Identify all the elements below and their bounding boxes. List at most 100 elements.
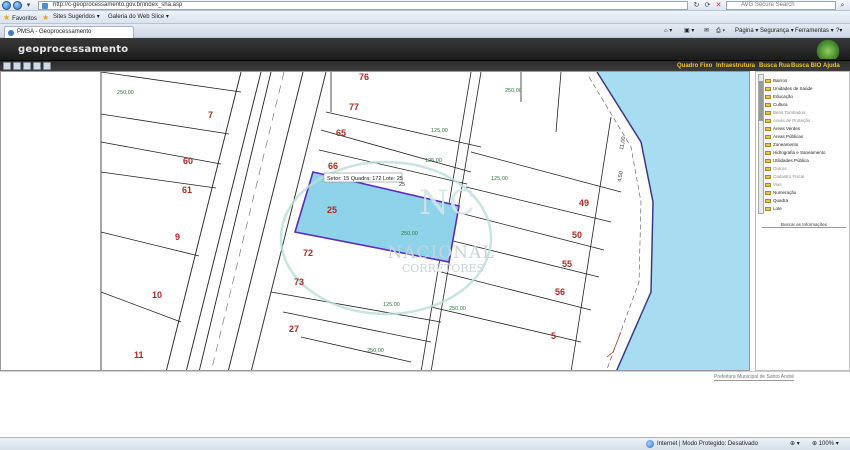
layer-item[interactable]: Bairros (765, 77, 787, 84)
dimension-label: 25 (399, 182, 405, 188)
lot-label: 55 (562, 259, 572, 269)
scroll-thumb[interactable] (759, 81, 763, 121)
menu-infraestrutura[interactable]: Infraestrutura (716, 62, 755, 70)
home-icon[interactable]: ⌂ ▾ (664, 27, 672, 36)
river-arrow (606, 331, 622, 358)
layer-item[interactable]: Lote (765, 205, 782, 212)
layer-item[interactable]: Áreas de Proteção (765, 117, 810, 124)
print-icon[interactable]: ⎙ ▾ (716, 27, 725, 36)
protected-mode-icon[interactable]: ⊕ ▾ (790, 440, 800, 449)
layer-item[interactable]: Vias (765, 181, 782, 188)
layer-label: Vias (773, 182, 782, 187)
zoom-level[interactable]: ⊕ 100% ▾ (812, 440, 839, 449)
lot-label: 76 (359, 72, 369, 82)
layer-item[interactable]: Zoneamento (765, 141, 798, 148)
suggested-sites-link[interactable]: Sites Sugeridos ▾ (53, 13, 100, 22)
folder-icon (765, 190, 771, 195)
lot-label: 66 (328, 161, 338, 171)
folder-icon (765, 126, 771, 131)
feeds-icon[interactable]: ▣ ▾ (684, 27, 694, 36)
lot-label: 60 (183, 156, 193, 166)
lot-label: 25 (327, 205, 337, 215)
back-button[interactable] (2, 1, 11, 10)
map-canvas[interactable]: NC NACIONAL CORRETORES Setor: 15 Quadra:… (1, 72, 750, 371)
favorites-button[interactable]: ★ Favoritos (3, 13, 37, 22)
map-viewport[interactable]: NC NACIONAL CORRETORES Setor: 15 Quadra:… (0, 71, 750, 371)
safety-menu[interactable]: Segurança ▾ (760, 27, 794, 36)
tools-menu[interactable]: Ferramentas ▾ (795, 27, 834, 36)
layer-item[interactable]: Cadastro Fiscal (765, 173, 804, 180)
search-icon[interactable]: ⌕ (838, 1, 847, 10)
mail-icon[interactable]: ✉ (704, 27, 709, 36)
zoom-out-icon[interactable] (13, 62, 21, 70)
security-zone-text[interactable]: Internet | Modo Protegido: Desativado (657, 440, 758, 449)
folder-icon (765, 142, 771, 147)
web-slice-gallery-link[interactable]: Galeria do Web Slice ▾ (108, 13, 169, 22)
menu-ajuda[interactable]: Ajuda (823, 62, 840, 70)
layer-label: Hidrografia e Saneamento (773, 150, 826, 155)
site-icon (8, 30, 14, 36)
layer-scrollbar[interactable] (758, 74, 764, 214)
measure-icon[interactable] (43, 62, 51, 70)
lot-label: 10 (152, 290, 162, 300)
layer-item[interactable]: Educação (765, 93, 793, 100)
layer-label: Cultura (773, 102, 788, 107)
tools-menu-label: Ferramentas (795, 28, 830, 34)
layer-label: Educação (773, 94, 794, 99)
layer-label: Cadastro Fiscal (773, 174, 805, 179)
compatibility-icon[interactable]: ↻ (692, 1, 701, 10)
lot-label: 5 (551, 331, 556, 341)
page-icon (42, 3, 48, 9)
stop-icon[interactable]: ✕ (714, 1, 723, 10)
layer-label: Zoneamento (773, 142, 799, 147)
lot-label: 65 (336, 128, 346, 138)
layer-item[interactable]: Utilidades Pública (765, 157, 809, 164)
layer-item[interactable]: Cultura (765, 101, 788, 108)
folder-icon (765, 110, 771, 115)
layer-item[interactable]: Quadra (765, 197, 788, 204)
zoom-in-icon[interactable] (3, 62, 11, 70)
layer-item[interactable]: Áreas Verdes (765, 125, 800, 132)
pan-icon[interactable] (23, 62, 31, 70)
fetch-info-button[interactable]: Buscar as Informações (762, 221, 846, 228)
search-placeholder: AVG Secure Search (741, 2, 795, 8)
layer-item[interactable]: Numeração (765, 189, 796, 196)
watermark-main: NACIONAL (387, 243, 494, 263)
folder-icon (765, 94, 771, 99)
print-map-icon[interactable] (33, 62, 41, 70)
help-menu-label: ? (836, 28, 840, 34)
lot-label: 56 (555, 287, 565, 297)
menu-quadro-fixo[interactable]: Quadro Fixo (677, 62, 712, 70)
tab-geoprocessamento[interactable]: PMSA - Geoprocessamento (4, 26, 134, 38)
lot-label: 11 (134, 350, 144, 360)
address-input[interactable]: http://c-geoprocessamento.gov.br/index_s… (38, 1, 688, 10)
help-menu[interactable]: ?▾ (836, 27, 842, 36)
layer-item[interactable]: Hidrografia e Saneamento (765, 149, 826, 156)
layer-label: Numeração (773, 190, 797, 195)
add-favorite-icon[interactable]: ★ (42, 13, 51, 22)
menu-busca-bio[interactable]: Busca BIO (791, 62, 821, 70)
search-input[interactable]: AVG Secure Search (726, 1, 836, 10)
layer-item[interactable]: Unidades de Saúde (765, 85, 813, 92)
layer-item[interactable]: Outros (765, 165, 787, 172)
folder-icon (765, 78, 771, 83)
folder-icon (765, 118, 771, 123)
recent-pages-icon[interactable]: ▾ (24, 1, 33, 10)
refresh-icon[interactable]: ⟳ (703, 1, 712, 10)
layer-label: Lote (773, 206, 782, 211)
folder-icon (765, 134, 771, 139)
layer-item[interactable]: Áreas Públicas (765, 133, 803, 140)
folder-icon (765, 86, 771, 91)
forward-button[interactable] (13, 1, 22, 10)
folder-icon (765, 206, 771, 211)
lot-label: 9 (175, 232, 180, 242)
page-menu[interactable]: Página ▾ (735, 27, 758, 36)
menu-busca-rua[interactable]: Busca Rua (759, 62, 790, 70)
layer-panel: Bairros Unidades de Saúde Educação Cultu… (755, 71, 850, 371)
layer-label: Bairros (773, 78, 788, 83)
layer-item[interactable]: Bens Tombados (765, 109, 805, 116)
folder-icon (765, 150, 771, 155)
lot-label: 77 (349, 102, 359, 112)
page-menu-label: Página (735, 28, 754, 34)
favorites-label: Favoritos (12, 16, 37, 22)
